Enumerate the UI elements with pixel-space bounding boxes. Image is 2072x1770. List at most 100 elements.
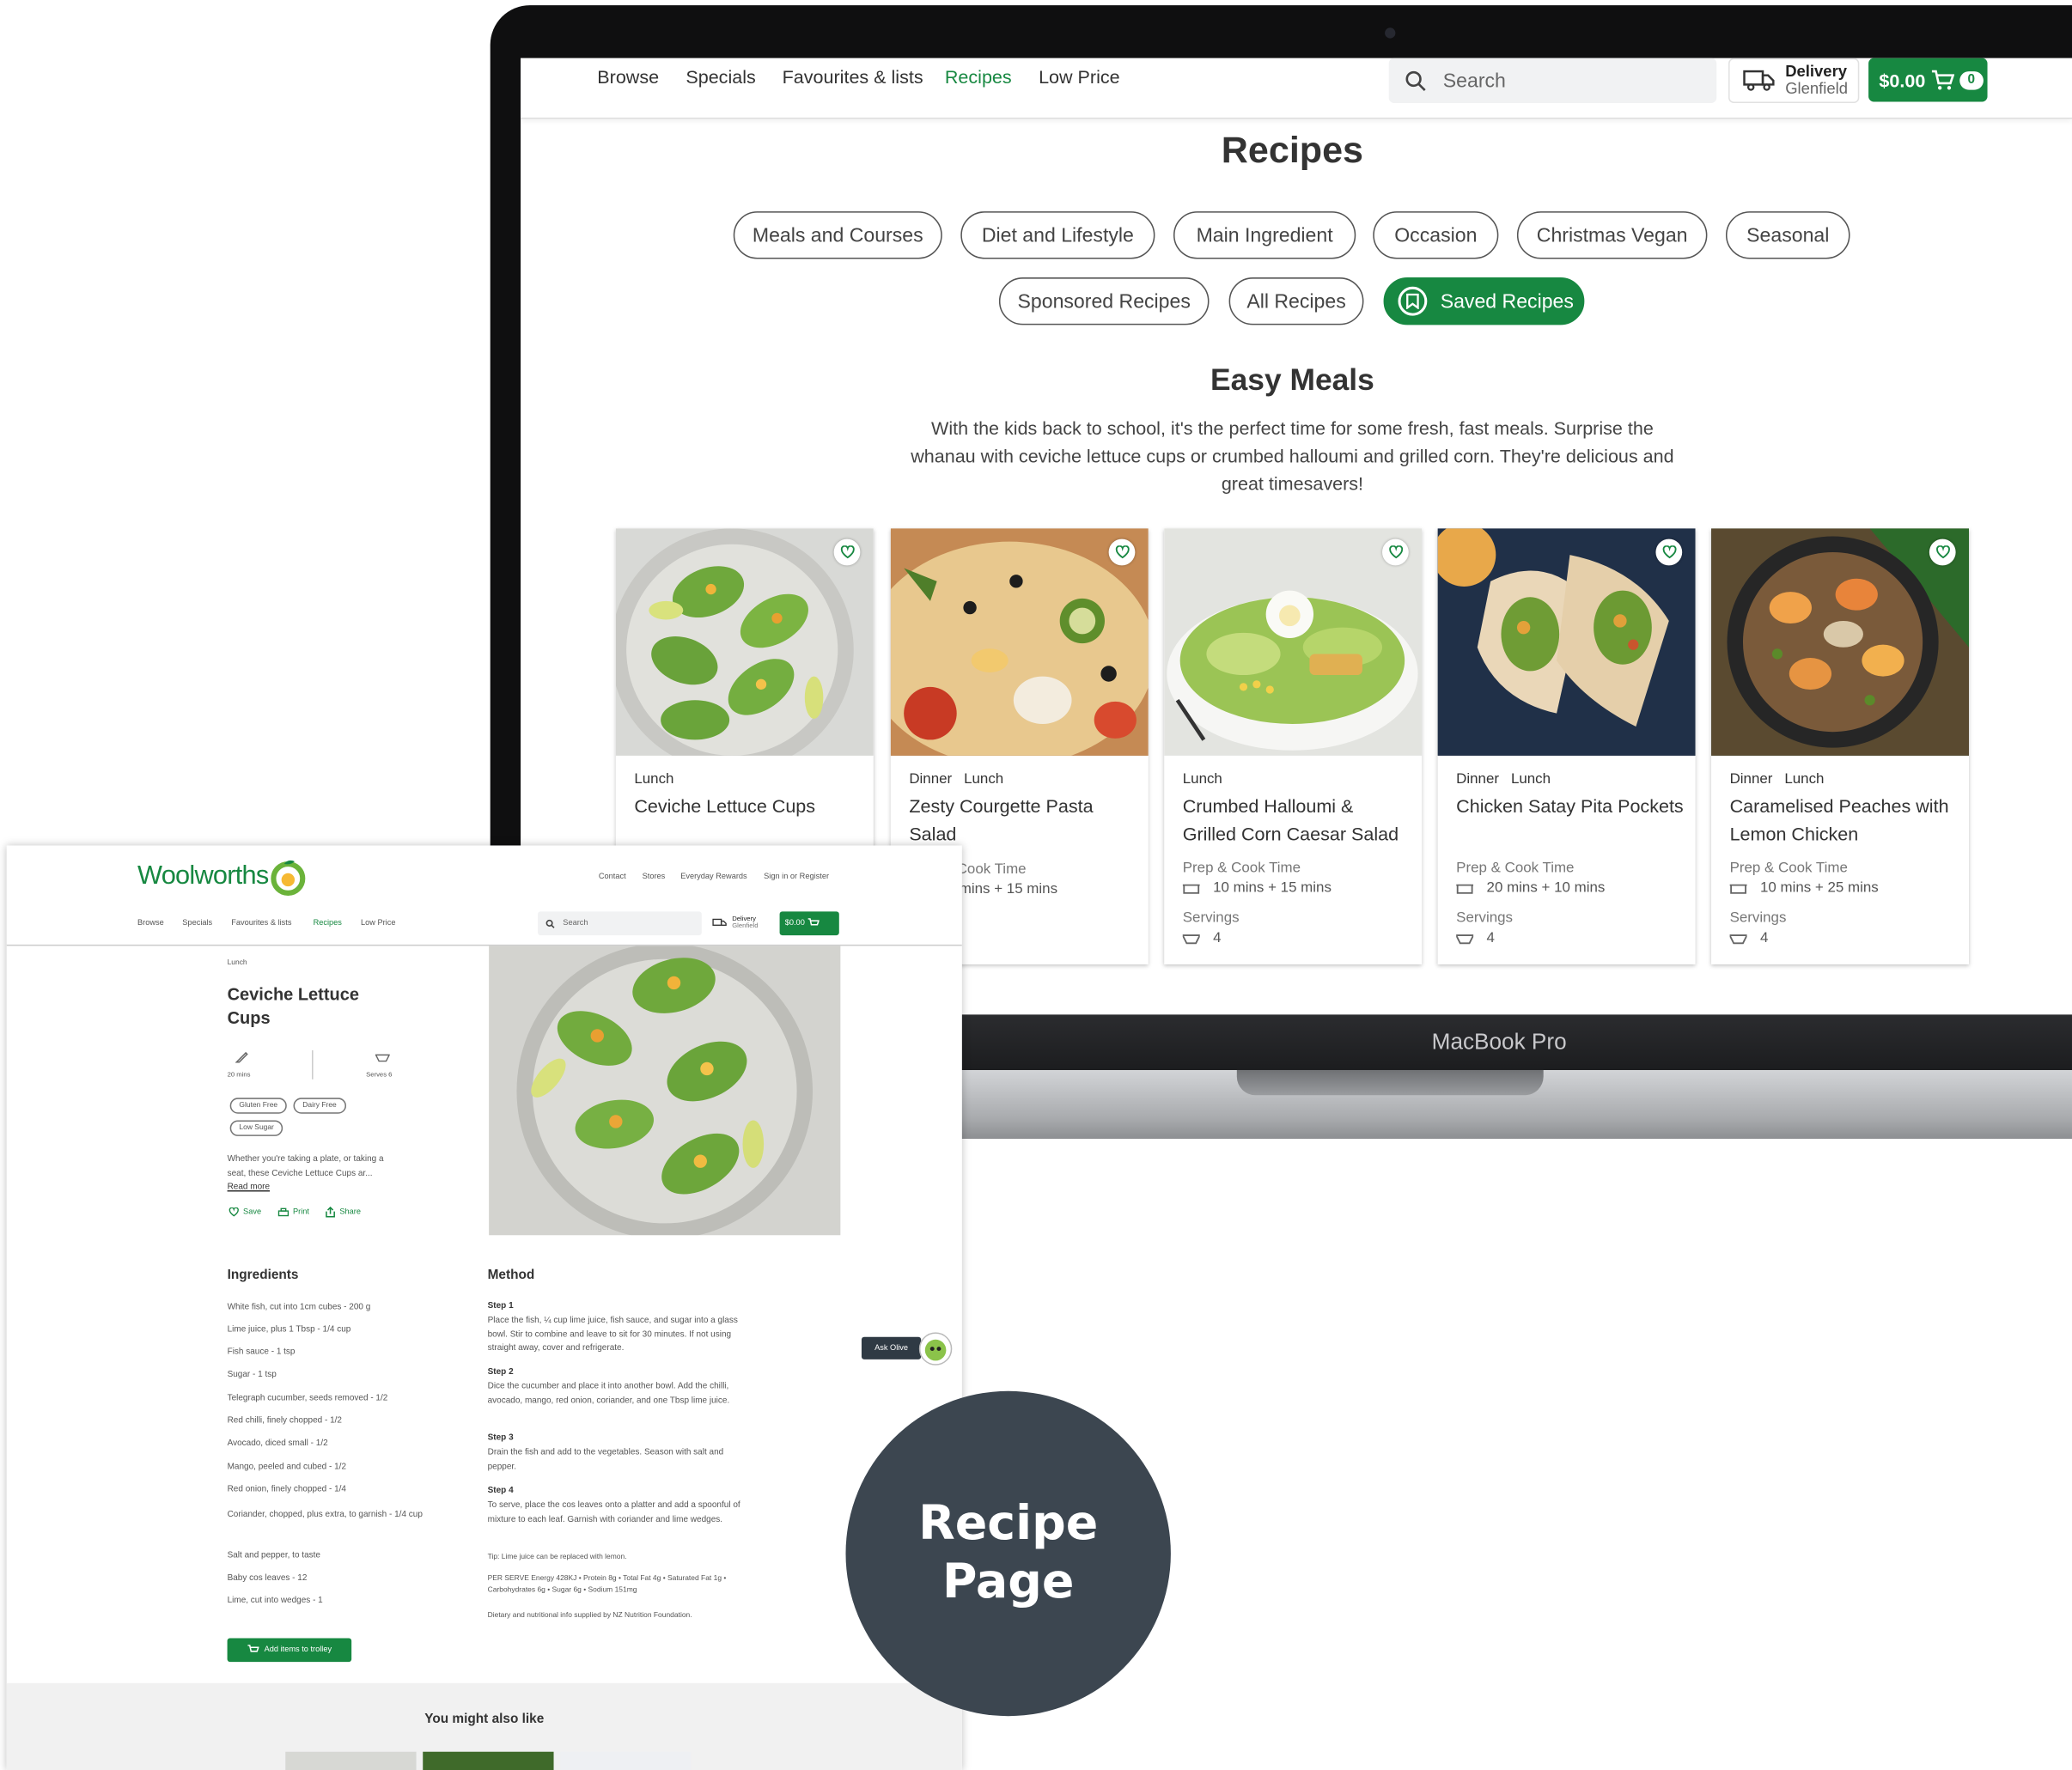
bowl-icon <box>375 1054 390 1062</box>
search-icon <box>1405 70 1426 91</box>
nav-specials[interactable]: Specials <box>686 66 755 88</box>
pot-icon <box>1182 884 1200 894</box>
category-christmas-vegan[interactable]: Christmas Vegan <box>1516 211 1708 259</box>
woolworths-logo[interactable]: Woolworths <box>137 861 269 891</box>
ingredient-item: Coriander, chopped, plus extra, to garni… <box>227 1510 423 1519</box>
meta-divider <box>312 1049 314 1080</box>
category-meals-and-courses[interactable]: Meals and Courses <box>733 211 942 259</box>
card-2-time-value: mins + 15 mins <box>959 881 1058 897</box>
step-label: Step 3 <box>487 1433 514 1443</box>
diet-tag[interactable]: Dairy Free <box>293 1098 346 1114</box>
category-seasonal[interactable]: Seasonal <box>1725 211 1850 259</box>
cart-button[interactable]: $0.00 0 <box>1868 58 1988 102</box>
category-all-recipes[interactable]: All Recipes <box>1228 277 1364 325</box>
category-diet-and-lifestyle[interactable]: Diet and Lifestyle <box>960 211 1155 259</box>
ingredient-item: Baby cos leaves - 12 <box>227 1573 308 1583</box>
step-text: To serve, place the cos leaves onto a pl… <box>487 1500 740 1524</box>
save-button[interactable]: Save <box>229 1207 261 1217</box>
share-button[interactable]: Share <box>325 1206 361 1218</box>
share-icon <box>326 1206 335 1218</box>
nav-low-price[interactable]: Low Price <box>1039 66 1120 88</box>
delivery-selector[interactable]: Delivery Glenfield <box>712 911 776 935</box>
recipe-serves: Serves 6 <box>366 1071 393 1080</box>
delivery-label: Delivery <box>1785 62 1848 81</box>
servings-label: Servings <box>1456 909 1513 927</box>
heart-icon[interactable] <box>833 538 861 566</box>
truck-icon <box>1743 70 1775 91</box>
nav-browse[interactable]: Browse <box>597 66 659 88</box>
olive-chatbot-icon[interactable] <box>918 1332 953 1366</box>
category-main-ingredient[interactable]: Main Ingredient <box>1173 211 1356 259</box>
recipe-title[interactable]: Ceviche Lettuce Cups <box>634 793 862 820</box>
recipe-title[interactable]: Crumbed Halloumi & Grilled Corn Caesar S… <box>1183 793 1411 849</box>
nav-favourites[interactable]: Favourites & lists <box>783 66 923 88</box>
ask-olive-button[interactable]: Ask Olive <box>861 1336 922 1359</box>
prep-time-value: 20 mins + 10 mins <box>1456 879 1605 896</box>
prep-time-label: Prep & Cook Time <box>1729 860 1848 876</box>
print-label: Print <box>293 1207 310 1216</box>
nav-specials[interactable]: Specials <box>182 920 212 928</box>
nav-low-price[interactable]: Low Price <box>361 920 396 928</box>
ingredients-heading: Ingredients <box>227 1268 299 1283</box>
section-title: Easy Meals <box>1210 362 1374 397</box>
recipe-card[interactable]: Dinner Lunch Chicken Satay Pita Pockets … <box>1437 528 1696 964</box>
card-2-time-label: Cook Time <box>956 861 1027 878</box>
cart-button[interactable]: $0.00 <box>779 911 839 936</box>
nav-browse[interactable]: Browse <box>137 920 164 928</box>
recommendation-card[interactable] <box>285 1751 417 1770</box>
servings-text: 4 <box>1486 929 1495 946</box>
recipe-title[interactable]: Caramelised Peaches with Lemon Chicken <box>1730 793 1958 849</box>
diet-tag[interactable]: Low Sugar <box>229 1120 283 1136</box>
recommendation-card[interactable] <box>560 1751 692 1770</box>
recipe-tags: Dinner Lunch <box>909 771 1004 788</box>
heart-icon <box>229 1207 239 1217</box>
step-text: Place the fish, ¼ cup lime juice, fish s… <box>487 1316 738 1353</box>
ingredient-item: Telegraph cucumber, seeds removed - 1/2 <box>227 1393 388 1403</box>
callout-line-1: Recipe <box>918 1496 1099 1551</box>
diet-tag[interactable]: Gluten Free <box>229 1098 287 1114</box>
search-input[interactable]: Search <box>1388 58 1717 103</box>
recipe-tip: Tip: Lime juice can be replaced with lem… <box>487 1553 627 1562</box>
delivery-location: Glenfield <box>732 921 759 930</box>
nav-recipes[interactable]: Recipes <box>314 920 342 928</box>
recipe-card[interactable]: Dinner Lunch Caramelised Peaches with Le… <box>1711 528 1970 964</box>
recipe-card[interactable]: Lunch Crumbed Halloumi & Grilled Corn Ca… <box>1164 528 1423 964</box>
category-occasion[interactable]: Occasion <box>1373 211 1499 259</box>
pot-icon <box>1729 884 1747 894</box>
link-sign-in[interactable]: Sign in or Register <box>764 873 829 881</box>
cart-total: $0.00 <box>1879 69 1926 91</box>
recommendation-card[interactable] <box>423 1751 554 1770</box>
step-label: Step 2 <box>487 1367 514 1377</box>
knife-icon <box>235 1051 248 1063</box>
ingredient-item: Red chilli, finely chopped - 1/2 <box>227 1416 342 1426</box>
recipe-title[interactable]: Chicken Satay Pita Pockets <box>1456 793 1684 820</box>
servings-text: 4 <box>1759 929 1769 946</box>
recipe-image <box>1437 528 1696 756</box>
heart-icon[interactable] <box>1108 538 1136 566</box>
heart-icon[interactable] <box>1655 538 1683 566</box>
bowl-icon <box>1182 934 1200 944</box>
recipe-title[interactable]: Zesty Courgette Pasta Salad <box>909 793 1137 849</box>
heart-icon[interactable] <box>1382 538 1409 566</box>
link-everyday-rewards[interactable]: Everyday Rewards <box>680 873 747 881</box>
add-to-trolley-button[interactable]: Add items to trolley <box>227 1638 352 1663</box>
step-text: Drain the fish and add to the vegetables… <box>487 1447 724 1471</box>
print-button[interactable]: Print <box>277 1207 309 1217</box>
nav-favourites[interactable]: Favourites & lists <box>231 920 291 928</box>
section-description: With the kids back to school, it's the p… <box>911 417 1674 495</box>
search-input[interactable]: Search <box>538 911 702 936</box>
you-might-also-like-heading: You might also like <box>424 1712 545 1727</box>
save-label: Save <box>243 1207 262 1216</box>
delivery-selector[interactable]: Delivery Glenfield <box>1728 58 1860 103</box>
saved-recipes-button[interactable]: Saved Recipes <box>1383 277 1585 325</box>
link-stores[interactable]: Stores <box>643 873 666 881</box>
truck-icon <box>712 918 727 926</box>
recipe-hero-image <box>489 946 841 1236</box>
page-title: Recipes <box>1221 129 1364 171</box>
prep-time-label: Prep & Cook Time <box>1182 860 1301 876</box>
nav-recipes[interactable]: Recipes <box>945 66 1012 88</box>
read-more-link[interactable]: Read more <box>228 1181 270 1195</box>
heart-icon[interactable] <box>1929 538 1956 566</box>
category-sponsored-recipes[interactable]: Sponsored Recipes <box>998 277 1210 325</box>
link-contact[interactable]: Contact <box>599 873 626 881</box>
